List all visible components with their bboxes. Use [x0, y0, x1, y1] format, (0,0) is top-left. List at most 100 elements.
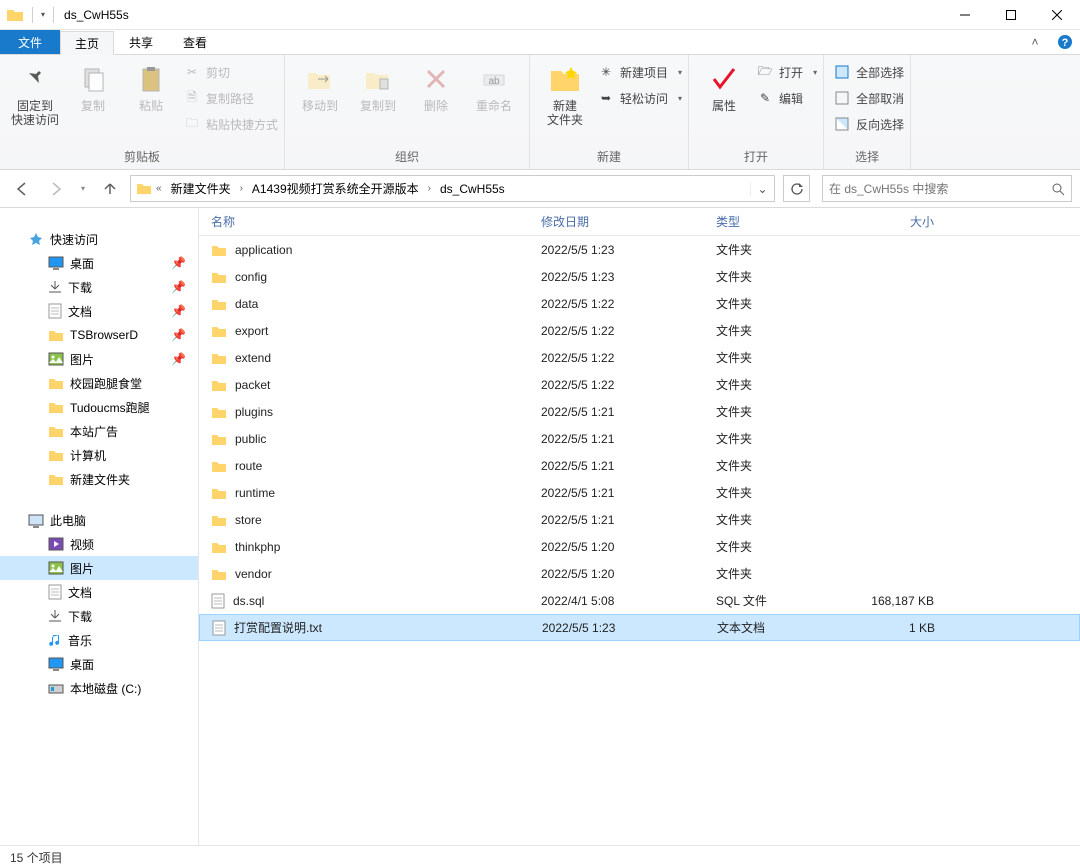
file-row[interactable]: public2022/5/5 1:21文件夹	[199, 425, 1080, 452]
select-all-icon	[834, 65, 850, 79]
sidebar-item[interactable]: 新建文件夹	[0, 467, 198, 491]
sidebar-quick-access[interactable]: 快速访问	[0, 228, 198, 251]
sidebar-item[interactable]: 文档📌	[0, 299, 198, 323]
chevron-icon[interactable]: «	[153, 183, 165, 194]
file-row[interactable]: runtime2022/5/5 1:21文件夹	[199, 479, 1080, 506]
copy-path-button[interactable]: 🗎复制路径	[184, 87, 278, 109]
select-none-button[interactable]: 全部取消	[834, 87, 904, 109]
sidebar-item[interactable]: 下载	[0, 604, 198, 628]
chevron-icon[interactable]: ›	[237, 183, 246, 194]
breadcrumb-item[interactable]: 新建文件夹	[165, 176, 237, 201]
new-item-button[interactable]: ✳新建项目	[598, 61, 682, 83]
sidebar-item[interactable]: 桌面📌	[0, 251, 198, 275]
recent-dropdown[interactable]: ▾	[76, 175, 90, 203]
open-button[interactable]: 🗁打开	[757, 61, 817, 83]
chevron-icon[interactable]: ›	[425, 183, 434, 194]
select-all-button[interactable]: 全部选择	[834, 61, 904, 83]
sidebar-item[interactable]: 本站广告	[0, 419, 198, 443]
easy-access-button[interactable]: ➥轻松访问	[598, 87, 682, 109]
new-folder-button[interactable]: 新建 文件夹	[536, 59, 594, 127]
search-icon[interactable]	[1051, 182, 1065, 196]
item-icon	[48, 303, 62, 319]
col-type[interactable]: 类型	[704, 213, 854, 230]
file-row[interactable]: store2022/5/5 1:21文件夹	[199, 506, 1080, 533]
sidebar-item[interactable]: 校园跑腿食堂	[0, 371, 198, 395]
edit-button[interactable]: ✎编辑	[757, 87, 817, 109]
tab-home[interactable]: 主页	[60, 31, 114, 55]
refresh-button[interactable]	[783, 175, 810, 202]
file-type: 文件夹	[704, 484, 854, 501]
address-dropdown[interactable]: ⌄	[750, 182, 774, 196]
file-row[interactable]: data2022/5/5 1:22文件夹	[199, 290, 1080, 317]
paste-button[interactable]: 粘贴	[122, 59, 180, 113]
file-row[interactable]: 打赏配置说明.txt2022/5/5 1:23文本文档1 KB	[199, 614, 1080, 641]
copy-to-button[interactable]: 复制到	[349, 59, 407, 113]
maximize-button[interactable]	[988, 0, 1034, 30]
sidebar-item[interactable]: 本地磁盘 (C:)	[0, 676, 198, 700]
tab-file[interactable]: 文件	[0, 30, 60, 54]
rename-button[interactable]: ab重命名	[465, 59, 523, 113]
address-bar[interactable]: « 新建文件夹 › A1439视频打赏系统全开源版本 › ds_CwH55s ⌄	[130, 175, 775, 202]
folder-icon	[131, 182, 153, 196]
file-row[interactable]: plugins2022/5/5 1:21文件夹	[199, 398, 1080, 425]
sidebar-item[interactable]: 视频	[0, 532, 198, 556]
file-type: 文件夹	[704, 511, 854, 528]
svg-text:?: ?	[1062, 37, 1069, 49]
file-row[interactable]: vendor2022/5/5 1:20文件夹	[199, 560, 1080, 587]
sidebar-item[interactable]: 图片📌	[0, 347, 198, 371]
search-box[interactable]	[822, 175, 1072, 202]
help-button[interactable]: ?	[1050, 30, 1080, 54]
sidebar-item[interactable]: 桌面	[0, 652, 198, 676]
up-button[interactable]	[96, 175, 124, 203]
file-row[interactable]: thinkphp2022/5/5 1:20文件夹	[199, 533, 1080, 560]
file-row[interactable]: export2022/5/5 1:22文件夹	[199, 317, 1080, 344]
sidebar-item[interactable]: 音乐	[0, 628, 198, 652]
file-row[interactable]: packet2022/5/5 1:22文件夹	[199, 371, 1080, 398]
tab-share[interactable]: 共享	[114, 30, 168, 54]
file-date: 2022/5/5 1:22	[529, 297, 704, 311]
properties-button[interactable]: 属性	[695, 59, 753, 113]
paste-shortcut-icon: 🗀	[184, 114, 200, 135]
item-icon	[48, 376, 64, 390]
file-name: extend	[235, 351, 271, 365]
sidebar-item[interactable]: 下载📌	[0, 275, 198, 299]
minimize-button[interactable]	[942, 0, 988, 30]
col-date[interactable]: 修改日期	[529, 213, 704, 230]
breadcrumb-item[interactable]: ds_CwH55s	[434, 176, 511, 201]
file-icon	[211, 567, 227, 581]
search-input[interactable]	[829, 182, 1051, 196]
file-type: 文件夹	[704, 241, 854, 258]
copy-button[interactable]: 复制	[64, 59, 122, 113]
file-row[interactable]: extend2022/5/5 1:22文件夹	[199, 344, 1080, 371]
tab-view[interactable]: 查看	[168, 30, 222, 54]
file-icon	[211, 432, 227, 446]
qat-dropdown-icon[interactable]: ▾	[41, 10, 45, 19]
group-label: 剪贴板	[6, 148, 278, 167]
cut-button[interactable]: ✂剪切	[184, 61, 278, 83]
delete-button[interactable]: 删除	[407, 59, 465, 113]
pin-quick-access-button[interactable]: 固定到 快速访问	[6, 59, 64, 127]
move-to-button[interactable]: 移动到	[291, 59, 349, 113]
divider	[32, 7, 33, 23]
file-row[interactable]: config2022/5/5 1:23文件夹	[199, 263, 1080, 290]
sidebar-item[interactable]: 图片	[0, 556, 198, 580]
ribbon: 固定到 快速访问 复制 粘贴 ✂剪切 🗎复制路径 🗀粘贴快捷方式 剪贴板 移动到…	[0, 55, 1080, 170]
collapse-ribbon-button[interactable]: ˄	[1020, 30, 1050, 54]
col-size[interactable]: 大小	[854, 213, 954, 230]
file-row[interactable]: route2022/5/5 1:21文件夹	[199, 452, 1080, 479]
file-row[interactable]: ds.sql2022/4/1 5:08SQL 文件168,187 KB	[199, 587, 1080, 614]
title-bar: ▾ ds_CwH55s	[0, 0, 1080, 30]
back-button[interactable]	[8, 175, 36, 203]
sidebar-this-pc[interactable]: 此电脑	[0, 509, 198, 532]
sidebar-item[interactable]: 文档	[0, 580, 198, 604]
invert-selection-button[interactable]: 反向选择	[834, 113, 904, 135]
col-name[interactable]: 名称	[199, 213, 529, 230]
forward-button[interactable]	[42, 175, 70, 203]
close-button[interactable]	[1034, 0, 1080, 30]
breadcrumb-item[interactable]: A1439视频打赏系统全开源版本	[246, 176, 425, 201]
sidebar-item[interactable]: Tudoucms跑腿	[0, 395, 198, 419]
sidebar-item[interactable]: TSBrowserD📌	[0, 323, 198, 347]
file-row[interactable]: application2022/5/5 1:23文件夹	[199, 236, 1080, 263]
paste-shortcut-button[interactable]: 🗀粘贴快捷方式	[184, 113, 278, 135]
sidebar-item[interactable]: 计算机	[0, 443, 198, 467]
